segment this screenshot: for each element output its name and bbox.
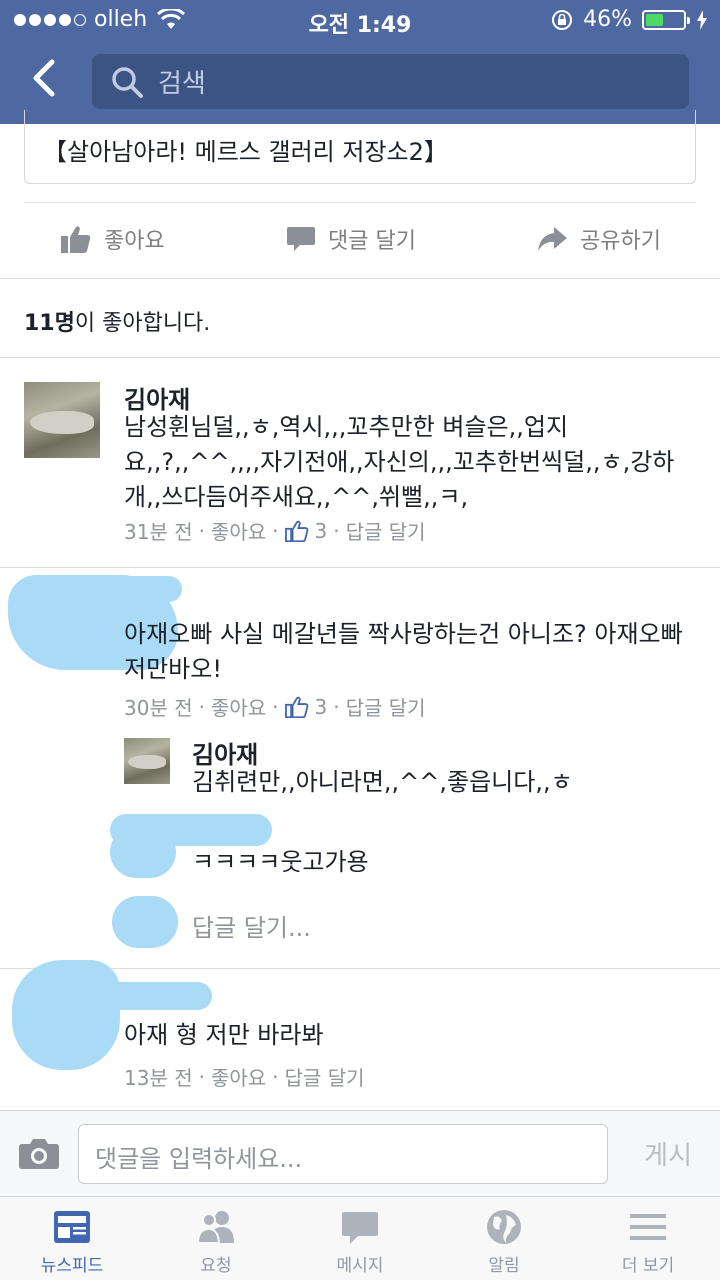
comment-like-link[interactable]: 좋아요 [211,1062,266,1091]
redacted-avatar [12,960,120,1070]
like-button[interactable]: 좋아요 [60,223,165,255]
reply-text: ㅋㅋㅋㅋ웃고가용 [192,848,369,876]
newsfeed-icon [54,1211,90,1243]
comment-text: 아재오빠 사실 메갈년들 짝사랑하는건 아니조? 아재오빠 저만바오! [124,620,683,683]
thumbs-up-icon [61,226,91,253]
post-actions: 좋아요 댓글 달기 공유하기 [0,203,720,278]
comment-time: 31분 전 [124,520,193,544]
comment-time: 13분 전 [124,1066,193,1090]
search-placeholder: 검색 [158,69,206,99]
reply-text: 김취련만,,아니라면,,^^,좋읍니다,,ㅎ [192,768,573,796]
comment-label: 댓글 달기 [328,229,416,254]
shared-post-card[interactable]: 【살아남아라! 메르스 갤러리 저장소2】 [24,110,696,184]
redacted-name [96,576,182,602]
comment-like-link[interactable]: 좋아요 [211,692,266,721]
tab-bar: 뉴스피드 요청 메시지 알림 더 보기 [0,1196,720,1280]
comment-meta: 30분 전 · 좋아요 · 3 · 답글 달기 [124,692,426,721]
shared-post-title: 【살아남아라! 메르스 갤러리 저장소2】 [43,138,448,166]
comment-meta: 13분 전 · 좋아요 · 답글 달기 [124,1062,365,1091]
comment-like-link[interactable]: 좋아요 [211,516,266,545]
comment-reply-link[interactable]: 답글 달기 [346,692,426,721]
like-count-icon [284,696,308,718]
comment-input[interactable]: 댓글을 입력하세요... [78,1124,608,1184]
battery-icon [642,9,690,30]
tab-label: 더 보기 [621,1256,675,1276]
comment-time: 30분 전 [124,696,193,720]
charging-icon [697,9,707,30]
tab-notifications[interactable]: 알림 [432,1197,576,1280]
share-label: 공유하기 [580,229,661,254]
likes-suffix: 이 좋아합니다. [74,311,211,336]
camera-icon[interactable] [18,1136,60,1170]
comment-composer: 댓글을 입력하세요... 게시 [0,1110,720,1196]
share-button[interactable]: 공유하기 [536,223,661,255]
avatar[interactable] [124,738,170,784]
comment-reply-link[interactable]: 답글 달기 [346,516,426,545]
redacted-name [98,982,212,1010]
reply-input-prompt[interactable]: 답글 달기... [192,908,311,943]
status-right: 46% [551,7,708,32]
tab-messages[interactable]: 메시지 [288,1197,432,1280]
tab-more[interactable]: 더 보기 [576,1197,720,1280]
back-arrow-icon[interactable] [28,58,64,98]
comment-reply-link[interactable]: 답글 달기 [285,1062,365,1091]
post-comment-button[interactable]: 게시 [644,1135,692,1172]
like-label: 좋아요 [104,229,165,254]
search-bar[interactable]: 검색 [92,54,689,109]
tab-label: 뉴스피드 [40,1256,104,1276]
globe-icon [487,1210,521,1244]
comment-like-count: 3 [314,518,328,543]
comment-text: 남성휜님덜,,ㅎ,역시,,,꼬추만한 벼슬은,,업지요,,?,,^^,,,,자기… [124,413,675,511]
app-header: olleh 오전 1:49 46% 검색 [0,0,720,124]
divider [0,567,720,568]
friends-icon [196,1211,234,1244]
likes-text: 11명이 좋아합니다. [24,305,210,337]
battery-fill [646,13,663,26]
comment-icon [287,227,315,251]
tab-label: 요청 [200,1256,232,1276]
search-icon [112,66,143,98]
tab-requests[interactable]: 요청 [144,1197,288,1280]
status-bar: olleh 오전 1:49 46% [0,0,720,40]
comment-like-count: 3 [314,694,328,719]
comment-meta: 31분 전 · 좋아요 · 3 · 답글 달기 [124,516,426,545]
tab-newsfeed[interactable]: 뉴스피드 [0,1197,144,1280]
like-count-icon [284,520,308,542]
comment-text: 아재 형 저만 바라봐 [124,1021,324,1049]
message-icon [342,1212,378,1244]
likes-summary[interactable]: 11명이 좋아합니다. [0,278,720,358]
comment-button[interactable]: 댓글 달기 [286,223,416,255]
share-icon [538,227,567,251]
comment-input-placeholder: 댓글을 입력하세요... [95,1145,303,1173]
battery-percent: 46% [583,7,632,32]
tab-label: 메시지 [336,1256,384,1276]
tab-label: 알림 [488,1256,520,1276]
redacted-avatar [112,896,178,948]
redacted-avatar [110,826,176,878]
likes-count: 11명 [24,311,75,336]
rotation-lock-icon [552,9,573,30]
menu-icon [630,1214,666,1240]
avatar[interactable] [24,382,100,458]
